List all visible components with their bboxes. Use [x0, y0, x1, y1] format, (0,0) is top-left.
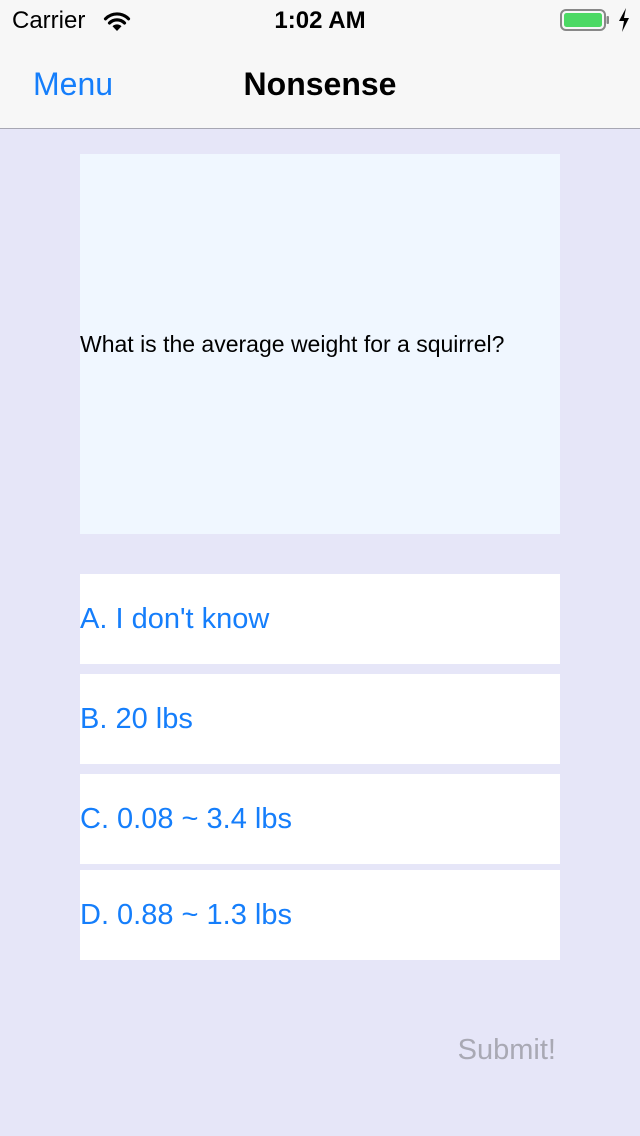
answer-option-c[interactable]: C. 0.08 ~ 3.4 lbs	[80, 774, 560, 864]
submit-button[interactable]: Submit!	[458, 1034, 556, 1067]
battery-icon	[560, 9, 609, 31]
answer-option-a[interactable]: A. I don't know	[80, 574, 560, 664]
answer-option-d[interactable]: D. 0.88 ~ 1.3 lbs	[80, 870, 560, 960]
question-card: What is the average weight for a squirre…	[80, 154, 560, 534]
navigation-bar: Menu Nonsense	[0, 40, 640, 129]
charging-bolt-icon	[619, 8, 629, 32]
answer-option-b[interactable]: B. 20 lbs	[80, 674, 560, 764]
status-time: 1:02 AM	[274, 7, 366, 34]
status-bar: Carrier 1:02 AM	[0, 0, 640, 40]
page-title: Nonsense	[243, 66, 397, 102]
question-text: What is the average weight for a squirre…	[80, 330, 505, 357]
